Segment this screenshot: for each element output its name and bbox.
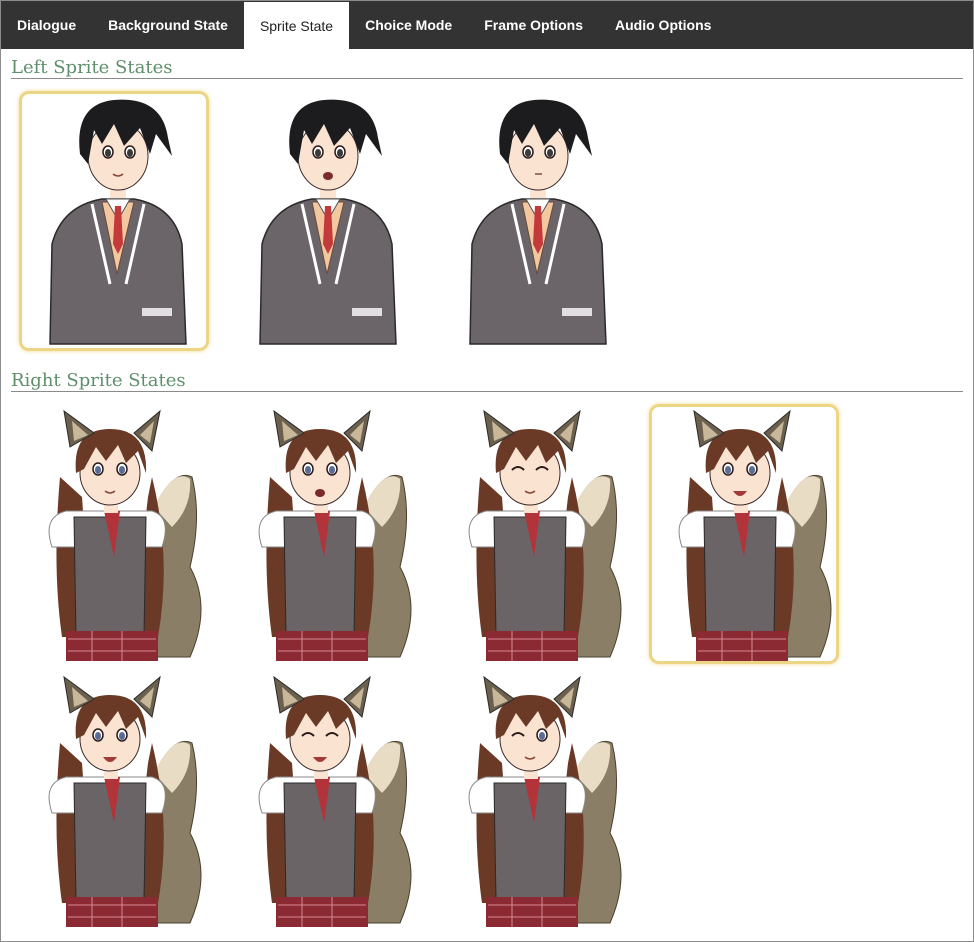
tab-sprite-state[interactable]: Sprite State [243, 2, 350, 49]
tab-choice-mode[interactable]: Choice Mode [349, 1, 468, 49]
left-sprite-grid [1, 79, 973, 361]
right-sprite-image [258, 675, 412, 927]
left-sprite-state-3[interactable] [439, 91, 629, 351]
left-sprite-state-1[interactable] [19, 91, 209, 351]
right-sprite-image [258, 409, 412, 661]
app-frame: Dialogue Background State Sprite State C… [0, 0, 974, 942]
right-sprite-image [468, 409, 622, 661]
right-sprite-state-7[interactable] [439, 670, 629, 930]
right-sprite-state-5[interactable] [19, 670, 209, 930]
right-sprite-image [48, 409, 202, 661]
left-sprite-image [469, 99, 607, 345]
left-sprite-states-header: Left Sprite States [11, 49, 963, 79]
right-sprite-state-4[interactable] [649, 404, 839, 664]
left-sprite-image [259, 99, 397, 345]
left-sprite-state-2[interactable] [229, 91, 419, 351]
right-sprite-image [468, 675, 622, 927]
right-sprite-state-6[interactable] [229, 670, 419, 930]
right-sprite-image [48, 675, 202, 927]
right-sprite-image [678, 409, 832, 661]
right-sprite-state-2[interactable] [229, 404, 419, 664]
tab-dialogue[interactable]: Dialogue [1, 1, 92, 49]
tab-background-state[interactable]: Background State [92, 1, 244, 49]
right-sprite-grid [1, 392, 973, 932]
tab-bar: Dialogue Background State Sprite State C… [1, 1, 973, 49]
right-sprite-state-3[interactable] [439, 404, 629, 664]
left-sprite-image [49, 99, 187, 345]
tab-frame-options[interactable]: Frame Options [468, 1, 599, 49]
right-sprite-states-header: Right Sprite States [11, 361, 963, 392]
right-sprite-state-1[interactable] [19, 404, 209, 664]
tab-audio-options[interactable]: Audio Options [599, 1, 727, 49]
